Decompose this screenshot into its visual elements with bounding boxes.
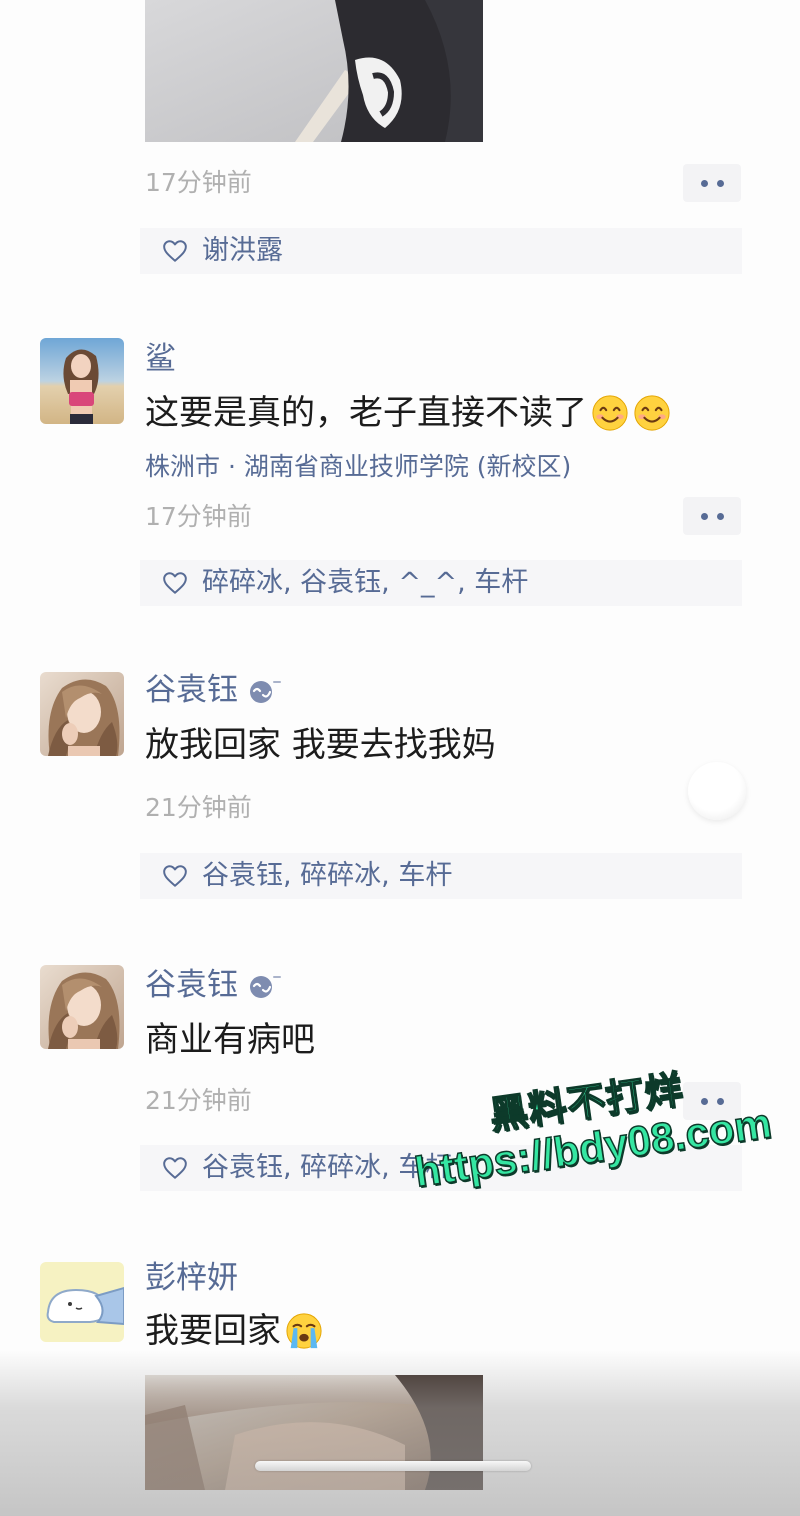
comment-body: 放我回家 我要去找我妈 — [145, 725, 496, 765]
dot-icon — [716, 179, 724, 187]
smile-emoji-icon — [591, 394, 629, 432]
commenter-name-text[interactable]: 谷袁钰 — [145, 967, 238, 1004]
heart-icon — [163, 240, 187, 262]
avatar[interactable] — [40, 965, 124, 1049]
comment-body: 这要是真的，老子直接不读了 — [145, 393, 587, 433]
post-photo[interactable] — [145, 0, 483, 142]
likes-bar: 碎碎冰, 谷袁钰, ^_^, 车杆 — [140, 560, 742, 606]
likes-names[interactable]: 谷袁钰, 碎碎冰, 车杆 — [202, 860, 452, 892]
home-indicator[interactable] — [255, 1461, 531, 1471]
avatar[interactable] — [40, 338, 124, 424]
comment-text: 我要回家 — [145, 1311, 323, 1351]
commenter-name[interactable]: 谷袁钰 — [145, 672, 282, 709]
dot-icon — [700, 512, 708, 520]
comment-text: 商业有病吧 — [145, 1020, 315, 1060]
dot-icon — [716, 512, 724, 520]
heart-icon — [163, 1157, 187, 1179]
heart-icon — [163, 572, 187, 594]
heart-icon — [163, 865, 187, 887]
avatar[interactable] — [40, 672, 124, 756]
bottom-fade — [0, 1350, 800, 1516]
timestamp: 21分钟前 — [145, 1086, 252, 1115]
commenter-name-text[interactable]: 鲨 — [145, 341, 176, 378]
commenter-name[interactable]: 鲨 — [145, 341, 176, 378]
likes-bar: 谢洪露 — [140, 228, 742, 274]
commenter-name-text[interactable]: 彭梓妍 — [145, 1260, 238, 1297]
moments-comment-feed: 17分钟前 谢洪露 鲨 这要是真的，老子直接不读了 株洲市 · 湖南省商业技师学… — [0, 0, 800, 1516]
timestamp: 17分钟前 — [145, 168, 252, 197]
comment-text: 这要是真的，老子直接不读了 — [145, 393, 671, 433]
likes-names[interactable]: 谢洪露 — [202, 235, 283, 267]
timestamp: 21分钟前 — [145, 793, 252, 822]
comment-text: 放我回家 我要去找我妈 — [145, 725, 496, 765]
comment-body: 商业有病吧 — [145, 1020, 315, 1060]
commenter-name[interactable]: 彭梓妍 — [145, 1260, 238, 1297]
status-face-icon[interactable] — [248, 972, 282, 1000]
timestamp: 17分钟前 — [145, 502, 252, 531]
dot-icon — [700, 179, 708, 187]
location-link[interactable]: 株洲市 · 湖南省商业技师学院 (新校区) — [145, 452, 571, 482]
crying-emoji-icon — [285, 1312, 323, 1350]
floating-bubble — [688, 762, 746, 820]
more-actions-button[interactable] — [683, 497, 741, 535]
commenter-name[interactable]: 谷袁钰 — [145, 967, 282, 1004]
status-face-icon[interactable] — [248, 677, 282, 705]
more-actions-button[interactable] — [683, 164, 741, 202]
comment-body: 我要回家 — [145, 1311, 281, 1351]
smile-emoji-icon — [633, 394, 671, 432]
likes-bar: 谷袁钰, 碎碎冰, 车杆 — [140, 853, 742, 899]
likes-names[interactable]: 碎碎冰, 谷袁钰, ^_^, 车杆 — [202, 567, 528, 599]
avatar[interactable] — [40, 1262, 124, 1342]
commenter-name-text[interactable]: 谷袁钰 — [145, 672, 238, 709]
